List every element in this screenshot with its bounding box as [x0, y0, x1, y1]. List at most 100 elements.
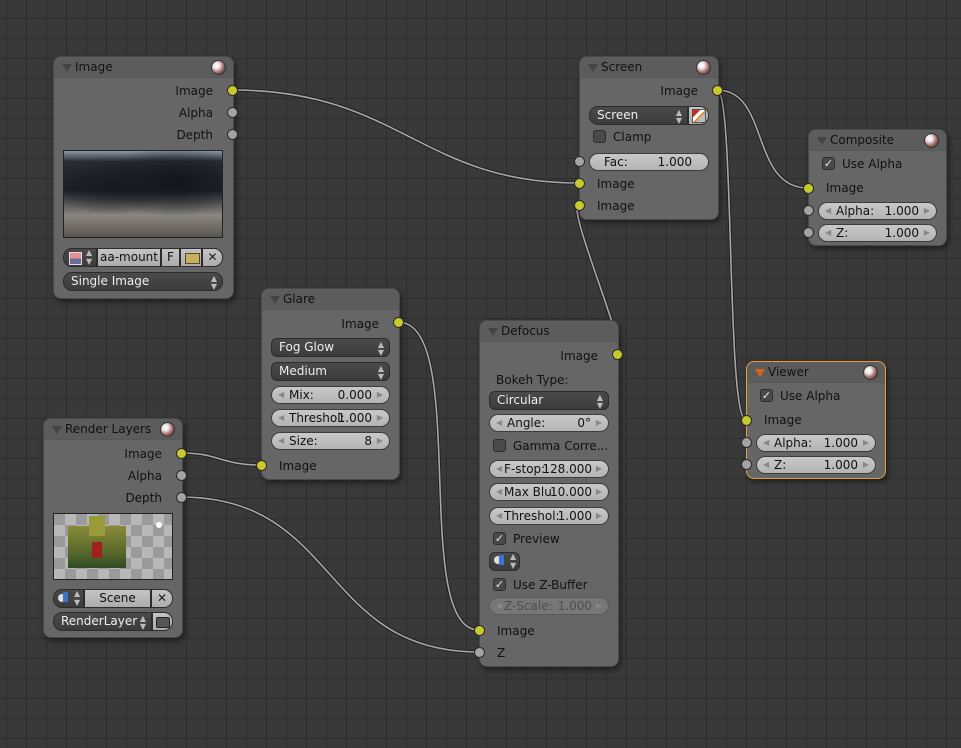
collapse-triangle-icon[interactable] [488, 328, 498, 336]
socket-screen-output-image[interactable] [712, 85, 723, 96]
preview-toggle-icon[interactable] [863, 365, 878, 380]
gamma-correction-checkbox[interactable] [493, 439, 506, 452]
use-alpha-checkbox[interactable]: ✓ [822, 157, 835, 170]
size-field[interactable]: ◀ Size: 8 ▶ [271, 432, 390, 450]
increment-arrow-icon[interactable]: ▶ [924, 225, 930, 241]
decrement-arrow-icon[interactable]: ◀ [278, 433, 284, 449]
render-layer-button[interactable] [152, 612, 173, 631]
decrement-arrow-icon[interactable]: ◀ [496, 484, 502, 500]
increment-arrow-icon[interactable]: ▶ [377, 410, 383, 426]
node-viewer[interactable]: Viewer ✓ Use Alpha Image ◀ Alpha: 1.000 … [746, 361, 886, 479]
mix-field[interactable]: ◀ Mix: 0.000 ▶ [271, 386, 390, 404]
increment-arrow-icon[interactable]: ▶ [377, 387, 383, 403]
decrement-arrow-icon[interactable]: ◀ [278, 387, 284, 403]
scene-selector[interactable]: ▲ ▼ [53, 589, 84, 608]
increment-arrow-icon[interactable]: ▶ [596, 461, 602, 477]
socket-renderlayers-output-alpha[interactable] [176, 470, 187, 481]
render-layer-dropdown[interactable]: RenderLayer ▲ ▼ [53, 612, 152, 631]
unlink-image-button[interactable]: ✕ [202, 248, 223, 267]
socket-defocus-output-image[interactable] [612, 349, 623, 360]
link-screen-to-composite[interactable] [716, 88, 809, 190]
decrement-arrow-icon[interactable]: ◀ [763, 435, 769, 451]
socket-viewer-input-image[interactable] [741, 415, 752, 426]
open-image-button[interactable] [180, 248, 202, 267]
increment-arrow-icon[interactable]: ▶ [596, 484, 602, 500]
link-renderlayers-depth-to-defocus-z[interactable] [180, 495, 480, 654]
socket-viewer-input-alpha[interactable] [741, 437, 752, 448]
fake-user-button[interactable]: F [161, 248, 180, 267]
collapse-triangle-icon[interactable] [62, 64, 72, 72]
collapse-triangle-icon[interactable] [755, 369, 765, 377]
decrement-arrow-icon[interactable]: ◀ [763, 457, 769, 473]
use-alpha-checkbox[interactable]: ✓ [760, 389, 773, 402]
threshold-field[interactable]: ◀ Threshol: 1.000 ▶ [271, 409, 390, 427]
node-composite[interactable]: Composite ✓ Use Alpha Image ◀ Alpha: 1.0… [808, 129, 947, 246]
scene-name-field[interactable]: Scene [84, 589, 151, 608]
socket-glare-input-image[interactable] [256, 460, 267, 471]
alpha-field[interactable]: ◀ Alpha: 1.000 ▶ [818, 202, 937, 220]
socket-screen-input-image-2[interactable] [574, 200, 585, 211]
node-header[interactable]: Image [54, 57, 233, 78]
increment-arrow-icon[interactable]: ▶ [863, 457, 869, 473]
glare-type-dropdown[interactable]: Fog Glow ▲ ▼ [271, 338, 390, 357]
angle-field[interactable]: ◀ Angle: 0° ▶ [489, 414, 609, 432]
preview-checkbox[interactable]: ✓ [493, 532, 506, 545]
fstop-field[interactable]: ◀ F-stop: 128.000 ▶ [489, 460, 609, 478]
z-field[interactable]: ◀ Z: 1.000 ▶ [818, 224, 937, 242]
link-renderlayers-image-to-glare[interactable] [180, 451, 262, 467]
preview-toggle-icon[interactable] [696, 60, 711, 75]
socket-screen-input-fac[interactable] [574, 156, 585, 167]
collapse-triangle-icon[interactable] [817, 137, 827, 145]
use-alpha-toggle[interactable] [688, 106, 709, 125]
socket-glare-output-image[interactable] [393, 317, 404, 328]
socket-image-output-alpha[interactable] [227, 107, 238, 118]
link-screen-to-viewer[interactable] [715, 88, 748, 422]
link-glare-to-defocus[interactable] [397, 320, 480, 632]
increment-arrow-icon[interactable]: ▶ [863, 435, 869, 451]
node-render-layers[interactable]: Render Layers Image Alpha Depth ▲ ▼ Scene… [43, 418, 183, 638]
node-header[interactable]: Defocus [480, 321, 618, 342]
decrement-arrow-icon[interactable]: ◀ [825, 225, 831, 241]
socket-composite-input-z[interactable] [803, 227, 814, 238]
use-z-buffer-checkbox[interactable]: ✓ [493, 578, 506, 591]
decrement-arrow-icon[interactable]: ◀ [278, 410, 284, 426]
unlink-scene-button[interactable]: ✕ [151, 589, 173, 608]
socket-image-output-image[interactable] [227, 85, 238, 96]
bokeh-type-dropdown[interactable]: Circular ▲ ▼ [489, 391, 609, 410]
decrement-arrow-icon[interactable]: ◀ [496, 461, 502, 477]
socket-renderlayers-output-image[interactable] [176, 448, 187, 459]
socket-defocus-input-image[interactable] [474, 625, 485, 636]
socket-defocus-input-z[interactable] [474, 647, 485, 658]
socket-screen-input-image-1[interactable] [574, 178, 585, 189]
increment-arrow-icon[interactable]: ▶ [596, 508, 602, 524]
collapse-triangle-icon[interactable] [588, 64, 598, 72]
socket-renderlayers-output-depth[interactable] [176, 492, 187, 503]
node-header[interactable]: Render Layers [44, 419, 182, 440]
preview-toggle-icon[interactable] [160, 422, 175, 437]
increment-arrow-icon[interactable]: ▶ [924, 203, 930, 219]
node-header[interactable]: Screen [580, 57, 718, 78]
socket-composite-input-image[interactable] [803, 183, 814, 194]
quality-dropdown[interactable]: Medium ▲ ▼ [271, 362, 390, 381]
collapse-triangle-icon[interactable] [52, 426, 62, 434]
increment-arrow-icon[interactable]: ▶ [596, 415, 602, 431]
decrement-arrow-icon[interactable]: ◀ [496, 508, 502, 524]
image-browse-button[interactable]: ▲ ▼ [63, 248, 97, 267]
node-header[interactable]: Glare [262, 289, 399, 310]
preview-toggle-icon[interactable] [211, 60, 226, 75]
image-source-dropdown[interactable]: Single Image ▲ ▼ [63, 272, 223, 291]
threshold-field[interactable]: ◀ Threshol: 1.000 ▶ [489, 507, 609, 525]
node-screen[interactable]: Screen Image Screen ▲ ▼ Clamp Fac: 1.000 … [579, 56, 719, 220]
socket-image-output-depth[interactable] [227, 129, 238, 140]
socket-composite-input-alpha[interactable] [803, 205, 814, 216]
z-field[interactable]: ◀ Z: 1.000 ▶ [756, 456, 876, 474]
scene-selector[interactable]: ▲ ▼ [489, 552, 520, 571]
node-header[interactable]: Viewer [747, 362, 885, 383]
decrement-arrow-icon[interactable]: ◀ [825, 203, 831, 219]
clamp-checkbox[interactable] [593, 130, 606, 143]
blend-mode-dropdown[interactable]: Screen ▲ ▼ [589, 106, 688, 125]
image-name-field[interactable]: aa-mount [97, 248, 161, 267]
node-defocus[interactable]: Defocus Image Bokeh Type: Circular ▲ ▼ ◀ … [479, 320, 619, 667]
alpha-field[interactable]: ◀ Alpha: 1.000 ▶ [756, 434, 876, 452]
socket-viewer-input-z[interactable] [741, 459, 752, 470]
